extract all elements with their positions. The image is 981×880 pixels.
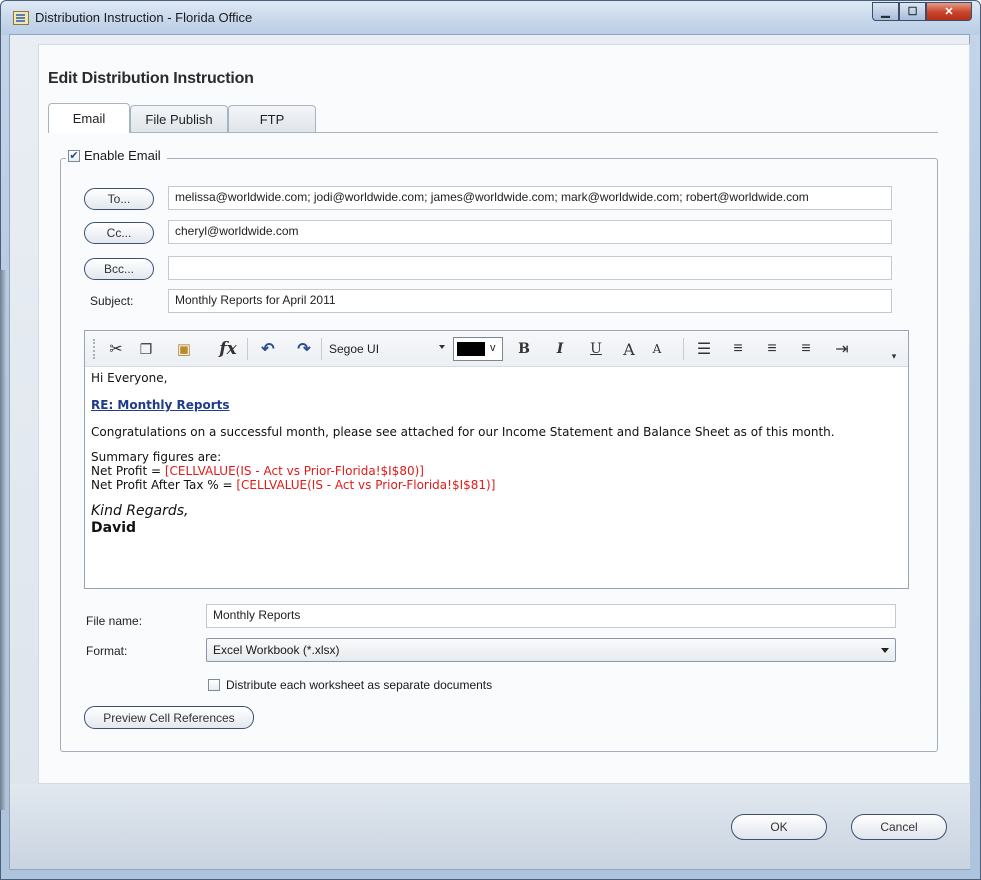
title-bar[interactable]: Distribution Instruction - Florida Offic… <box>1 1 980 35</box>
bullet-list-icon[interactable]: ☰ <box>693 339 715 359</box>
npat-line: Net Profit After Tax % = [CELLVALUE(IS -… <box>91 478 902 492</box>
enable-email-label: Enable Email <box>84 148 161 163</box>
close-button[interactable]: ✕ <box>926 2 972 21</box>
to-button[interactable]: To... <box>84 188 154 210</box>
summary-heading: Summary figures are: <box>91 450 222 464</box>
align-right-icon[interactable]: ≡ <box>795 339 817 359</box>
file-name-label: File name: <box>86 614 143 628</box>
bold-button[interactable]: B <box>515 339 533 359</box>
function-icon[interactable]: fx <box>215 339 241 359</box>
underline-button[interactable]: U <box>587 339 605 359</box>
align-center-icon[interactable]: ≡ <box>761 339 783 359</box>
toolbar-separator <box>247 338 248 360</box>
format-label: Format: <box>86 644 128 658</box>
enable-email-checkbox[interactable]: ✔ Enable Email <box>66 148 167 163</box>
file-name-field[interactable]: Monthly Reports <box>206 604 896 628</box>
npat-cell-reference: [CELLVALUE(IS - Act vs Prior-Florida!$I$… <box>236 478 496 492</box>
cut-icon[interactable]: ✂ <box>105 339 127 359</box>
email-body[interactable]: Hi Everyone, RE: Monthly Reports Congrat… <box>85 367 908 539</box>
font-color-dropdown-icon: v <box>490 342 496 354</box>
rich-text-editor[interactable]: ✂ ❐ ▣ fx ↶ ↷ Segoe UI v B I U A A ☰ ≡ ≡ … <box>84 330 909 589</box>
app-icon <box>13 11 29 25</box>
redo-icon[interactable]: ↷ <box>293 339 315 359</box>
minimize-button[interactable]: ▁ <box>872 2 899 21</box>
undo-icon[interactable]: ↶ <box>257 339 279 359</box>
window-edge <box>0 270 6 810</box>
format-value: Excel Workbook (*.xlsx) <box>213 643 340 657</box>
toolbar-grip[interactable] <box>93 339 98 359</box>
preview-cell-references-button[interactable]: Preview Cell References <box>84 706 254 729</box>
copy-icon[interactable]: ❐ <box>135 339 157 359</box>
editor-toolbar: ✂ ❐ ▣ fx ↶ ↷ Segoe UI v B I U A A ☰ ≡ ≡ … <box>85 331 908 367</box>
ok-button[interactable]: OK <box>731 814 827 840</box>
net-profit-cell-reference: [CELLVALUE(IS - Act vs Prior-Florida!$I$… <box>164 464 424 478</box>
cc-field[interactable]: cheryl@worldwide.com <box>168 220 892 244</box>
toolbar-separator <box>683 338 684 360</box>
tab-ftp[interactable]: FTP <box>228 105 316 133</box>
checkbox-unchecked-icon[interactable] <box>208 679 220 691</box>
cc-button[interactable]: Cc... <box>84 222 154 244</box>
to-field[interactable]: melissa@worldwide.com; jodi@worldwide.co… <box>168 186 892 210</box>
italic-button[interactable]: I <box>551 339 569 359</box>
tab-file-publish[interactable]: File Publish <box>130 105 228 133</box>
tab-divider <box>48 132 938 133</box>
format-select[interactable]: Excel Workbook (*.xlsx) <box>206 638 896 662</box>
window-controls: ▁ ☐ ✕ <box>872 2 972 22</box>
tab-email[interactable]: Email <box>48 103 130 133</box>
font-color-swatch <box>457 342 485 356</box>
body-paragraph: Congratulations on a successful month, p… <box>91 425 835 439</box>
checkbox-checked-icon[interactable]: ✔ <box>68 149 80 162</box>
cancel-button[interactable]: Cancel <box>851 814 947 840</box>
align-left-icon[interactable]: ≡ <box>727 339 749 359</box>
close-icon: ✕ <box>944 6 954 18</box>
font-dropdown-arrow-icon <box>439 345 445 349</box>
subject-label: Subject: <box>90 294 134 308</box>
bcc-button[interactable]: Bcc... <box>84 258 154 280</box>
font-family-select[interactable]: Segoe UI <box>323 339 453 359</box>
body-link[interactable]: RE: Monthly Reports <box>91 398 230 412</box>
signature: David <box>91 520 137 536</box>
maximize-icon: ☐ <box>907 6 918 18</box>
body-greeting: Hi Everyone, <box>91 371 168 385</box>
npat-label: Net Profit After Tax % = <box>91 478 237 492</box>
separate-documents-label: Distribute each worksheet as separate do… <box>226 678 493 692</box>
font-family-value: Segoe UI <box>329 342 380 356</box>
subject-field[interactable]: Monthly Reports for April 2011 <box>168 289 892 313</box>
chevron-down-icon <box>881 648 889 653</box>
signoff: Kind Regards, <box>91 503 189 519</box>
bcc-field[interactable] <box>168 256 892 280</box>
paste-icon[interactable]: ▣ <box>173 339 195 359</box>
net-profit-line: Net Profit = [CELLVALUE(IS - Act vs Prio… <box>91 464 902 478</box>
toolbar-separator <box>321 338 322 360</box>
minimize-icon: ▁ <box>881 6 890 18</box>
window-title: Distribution Instruction - Florida Offic… <box>35 10 253 25</box>
shrink-font-button[interactable]: A <box>647 339 667 359</box>
separate-documents-checkbox[interactable]: Distribute each worksheet as separate do… <box>208 678 492 692</box>
page-title: Edit Distribution Instruction <box>48 70 254 87</box>
font-color-button[interactable]: v <box>453 337 503 361</box>
indent-icon[interactable]: ⇥ <box>831 339 853 359</box>
toolbar-overflow-icon[interactable]: ▾ <box>887 349 901 363</box>
net-profit-label: Net Profit = <box>91 464 165 478</box>
maximize-button[interactable]: ☐ <box>899 2 926 21</box>
grow-font-button[interactable]: A <box>619 339 639 359</box>
